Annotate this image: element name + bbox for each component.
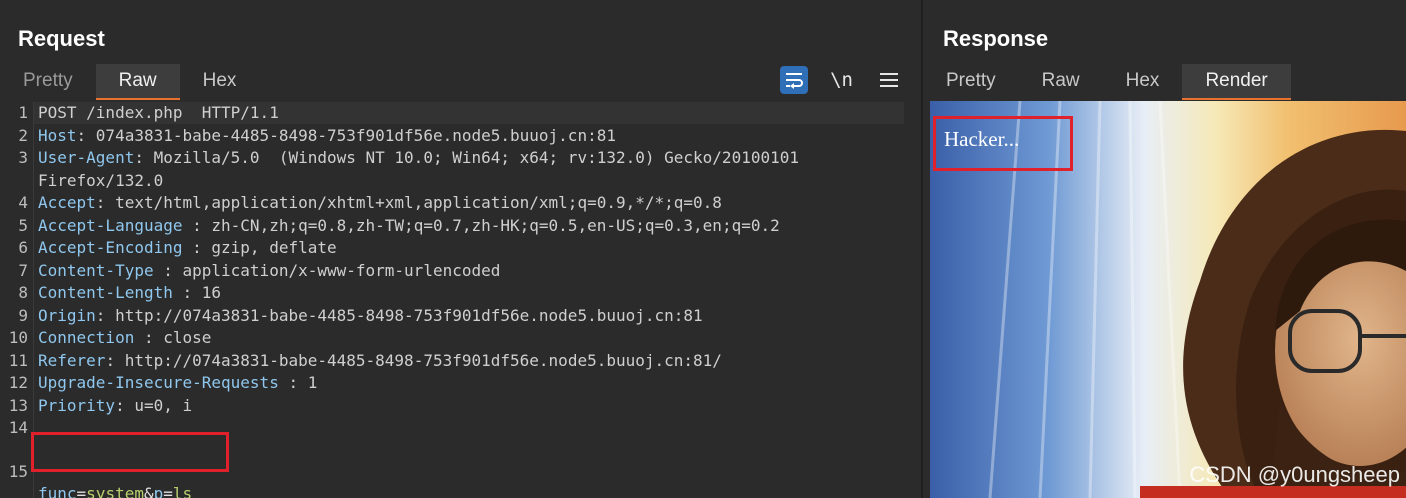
line-number: 10	[8, 328, 28, 347]
watermark-text: CSDN @y0ungsheep	[1189, 462, 1400, 487]
line-number: 6	[18, 238, 28, 257]
hamburger-menu-icon	[880, 73, 898, 87]
line-code: Host: 074a3831-babe-4485-8498-753f901df5…	[38, 125, 616, 147]
header-value: : application/x-www-form-urlencoded	[153, 260, 501, 280]
header-name: POST /index.php HTTP/1.1	[38, 103, 279, 122]
header-name: Connection	[38, 328, 135, 347]
line-number: 12	[8, 373, 28, 392]
header-name: Accept-Language	[38, 215, 183, 235]
line-code: Origin: http://074a3831-babe-4485-8498-7…	[38, 305, 703, 327]
line-number: 3	[18, 148, 28, 167]
header-name: Host	[38, 125, 77, 145]
header-value: : text/html,application/xhtml+xml,applic…	[95, 193, 722, 212]
header-name: Accept-Encoding	[38, 238, 183, 257]
response-panel: Response Pretty Raw Hex Render Hacker...…	[923, 0, 1406, 498]
tab-raw[interactable]: Raw	[1019, 64, 1103, 100]
render-highlight-box	[933, 116, 1073, 171]
line-number: 14	[8, 418, 28, 437]
header-value: : u=0, i	[115, 395, 193, 415]
response-tabs: Pretty Raw Hex Render	[923, 64, 1291, 100]
show-newlines-button[interactable]: \n	[830, 69, 853, 91]
body-highlight-box	[31, 432, 229, 472]
header-value: : http://074a3831-babe-4485-8498-753f901…	[95, 305, 703, 325]
line-number: 9	[18, 305, 28, 325]
wrap-lines-button[interactable]	[780, 66, 809, 94]
header-name: Priority	[38, 395, 116, 415]
line-code: Accept: text/html,application/xhtml+xml,…	[38, 192, 722, 214]
param-eq: =	[163, 484, 173, 498]
tab-pretty[interactable]: Pretty	[0, 64, 96, 100]
line-code: Connection : close	[38, 327, 211, 349]
header-value: : http://074a3831-babe-4485-8498-753f901…	[105, 350, 722, 370]
line-code: User-Agent: Mozilla/5.0 (Windows NT 10.0…	[38, 147, 799, 169]
param-eq: =	[76, 484, 87, 498]
request-title: Request	[18, 26, 105, 51]
line-code: Priority: u=0, i	[38, 395, 192, 417]
param-value-system: system	[86, 484, 144, 498]
menu-button[interactable]	[875, 66, 903, 94]
tab-raw[interactable]: Raw	[95, 64, 180, 100]
header-name: Origin	[38, 305, 96, 325]
line-number: 2	[18, 125, 28, 145]
header-name: Upgrade-Insecure-Requests	[38, 373, 279, 392]
header-name: Accept	[38, 193, 96, 212]
line-code: Upgrade-Insecure-Requests : 1	[38, 372, 317, 394]
header-name: Content-Type	[38, 260, 154, 280]
tab-hex[interactable]: Hex	[180, 64, 260, 100]
header-value: : gzip, deflate	[182, 238, 337, 257]
wrap-lines-icon	[786, 73, 804, 89]
tab-hex[interactable]: Hex	[1103, 64, 1183, 100]
param-value-ls: ls	[172, 484, 193, 498]
param-separator: &	[143, 484, 154, 498]
header-value: : 074a3831-babe-4485-8498-753f901df56e.n…	[76, 125, 616, 145]
line-code: POST /index.php HTTP/1.1	[38, 102, 279, 124]
response-title: Response	[943, 26, 1049, 51]
line-number: 8	[18, 283, 28, 302]
tab-render[interactable]: Render	[1182, 64, 1291, 100]
request-tabs: Pretty Raw Hex	[0, 64, 259, 100]
line-number: 11	[8, 350, 28, 370]
header-value: : zh-CN,zh;q=0.8,zh-TW;q=0.7,zh-HK;q=0.5…	[182, 215, 780, 235]
param-key-p: p	[153, 484, 164, 498]
line-code: Accept-Encoding : gzip, deflate	[38, 237, 337, 259]
line-number: 5	[18, 215, 28, 235]
line-number: 4	[18, 193, 28, 212]
line-code: Content-Type : application/x-www-form-ur…	[38, 260, 500, 282]
tab-pretty[interactable]: Pretty	[923, 64, 1019, 100]
request-panel: Request Pretty Raw Hex \n 1 POST /index.p…	[0, 0, 921, 498]
body-code: func=system&p=ls	[38, 483, 192, 498]
header-value: : close	[134, 328, 212, 347]
line-code: Accept-Language : zh-CN,zh;q=0.8,zh-TW;q…	[38, 215, 780, 237]
header-value: : 16	[172, 283, 222, 302]
line-number: 7	[18, 260, 28, 280]
header-value: : 1	[278, 373, 318, 392]
line-number: 15	[8, 462, 28, 481]
header-name: User-Agent	[38, 148, 135, 167]
line-number: 13	[8, 395, 28, 415]
header-value: : Mozilla/5.0 (Windows NT 10.0; Win64; x…	[134, 148, 799, 167]
line-code: Firefox/132.0	[38, 170, 163, 192]
param-key-func: func	[38, 484, 77, 498]
line-code: Content-Length : 16	[38, 282, 221, 304]
request-toolbar: \n	[780, 66, 903, 94]
line-code: Referer: http://074a3831-babe-4485-8498-…	[38, 350, 722, 372]
header-name: Content-Length	[38, 283, 173, 302]
line-number: 1	[18, 103, 28, 122]
header-value: Firefox/132.0	[38, 170, 164, 190]
header-name: Referer	[38, 350, 106, 370]
